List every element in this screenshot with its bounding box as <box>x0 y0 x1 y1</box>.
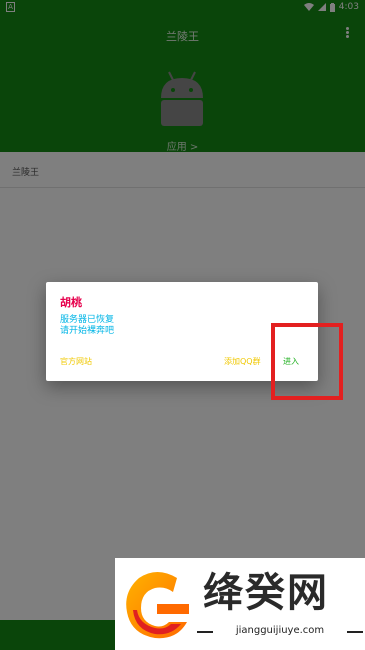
dialog-message-line: 服务器已恢复 <box>60 315 115 325</box>
watermark-brand: 绛癸网 <box>203 570 329 616</box>
watermark: 绛癸网 jiangguijiuye.com <box>115 558 365 650</box>
official-website-button[interactable]: 官方网站 <box>60 356 92 367</box>
watermark-url: jiangguijiuye.com <box>197 625 363 636</box>
add-qq-group-button[interactable]: 添加QQ群 <box>224 356 261 367</box>
brand-logo-icon <box>126 572 189 639</box>
dialog-title: 胡桃 <box>60 296 82 309</box>
dialog-message: 服务器已恢复 请开始裸奔吧 <box>60 315 114 337</box>
dialog-message-line: 请开始裸奔吧 <box>60 326 115 336</box>
highlight-annotation <box>271 323 343 400</box>
